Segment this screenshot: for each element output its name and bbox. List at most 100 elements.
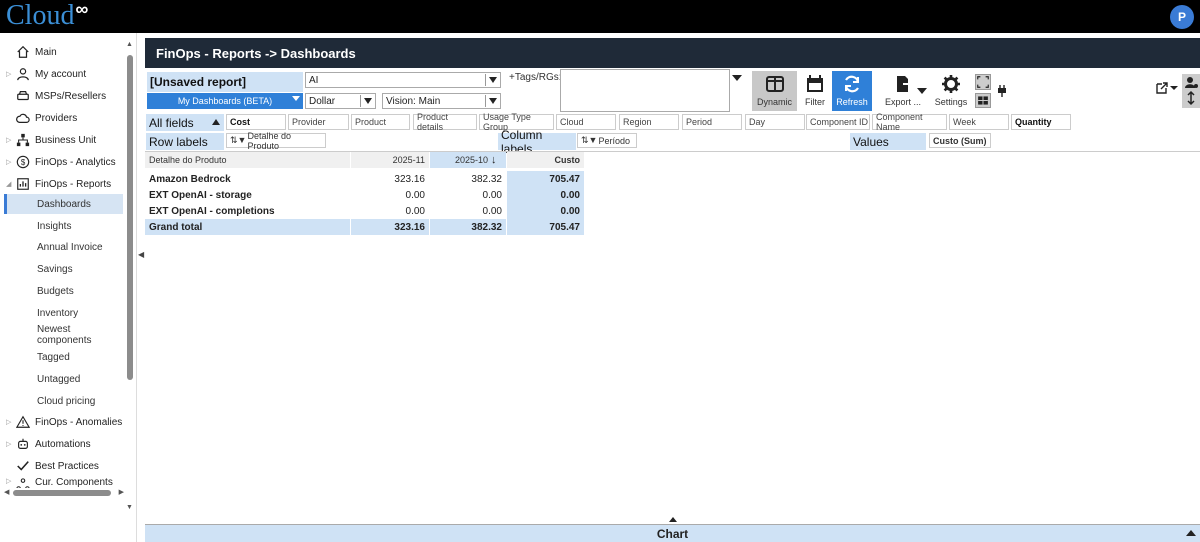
sidebar-item-cur-components[interactable]: ▷ Cur. Components (6, 477, 124, 488)
sidebar-item-my-account[interactable]: ▷ My account (6, 64, 124, 84)
refresh-button[interactable]: Refresh (832, 71, 872, 111)
value-cell[interactable]: 0.00 (430, 203, 506, 219)
sidebar-item-label: Automations (35, 438, 91, 450)
row-label-cell[interactable]: EXT OpenAI - storage (145, 187, 350, 203)
sort-desc-icon[interactable]: ↓ (491, 154, 497, 166)
ai-select[interactable]: AI (305, 72, 501, 88)
sidebar-item-finops-reports[interactable]: ◢ FinOps - Reports (6, 174, 124, 194)
sidebar-vertical-scrollbar[interactable]: ▲ ▼ (126, 41, 134, 511)
chart-panel-toggle[interactable]: Chart (145, 517, 1200, 542)
field-quantity[interactable]: Quantity (1011, 114, 1071, 130)
tags-dropdown-icon[interactable] (732, 75, 742, 81)
sidebar-subitem-inventory[interactable]: Inventory (4, 303, 123, 323)
field-cost[interactable]: Cost (226, 114, 286, 130)
sidebar-subitem-newest-components[interactable]: Newest components (4, 324, 123, 346)
dollar-icon: $ (14, 154, 32, 170)
scrollbar-thumb[interactable] (127, 55, 133, 380)
sidebar-subitem-insights[interactable]: Insights (4, 216, 123, 236)
report-name[interactable]: [Unsaved report] (147, 72, 303, 92)
field-component-name[interactable]: Component Name (872, 112, 947, 132)
sidebar-item-finops-analytics[interactable]: ▷ $ FinOps - Analytics (6, 152, 124, 172)
column-header-cell[interactable]: 2025-11 (351, 152, 429, 168)
row-total-cell[interactable]: 0.00 (507, 203, 584, 219)
value-cell[interactable]: 323.16 (351, 171, 429, 187)
expand-icon[interactable] (975, 74, 991, 90)
grand-total-cell[interactable]: 705.47 (507, 219, 584, 235)
sidebar-item-business-unit[interactable]: ▷ Business Unit (6, 130, 124, 150)
warning-icon (14, 414, 32, 430)
row-total-cell[interactable]: 705.47 (507, 171, 584, 187)
table-row: EXT OpenAI - storage 0.00 0.00 0.00 (145, 187, 585, 203)
scroll-right-icon[interactable]: ▶ (119, 488, 124, 496)
user-avatar[interactable]: P (1170, 5, 1194, 29)
user-icon (14, 66, 32, 82)
open-external-icon[interactable] (1155, 81, 1179, 98)
plug-icon[interactable] (997, 85, 1007, 97)
dynamic-button[interactable]: Dynamic (752, 71, 797, 111)
dashboards-select[interactable]: My Dashboards (BETA) (147, 93, 303, 109)
sidebar-item-msps[interactable]: MSPs/Resellers (6, 86, 124, 106)
field-component-id[interactable]: Component ID (806, 114, 870, 130)
column-field-pill[interactable]: ⇅▼ Período (577, 133, 637, 148)
value-cell[interactable]: 0.00 (430, 187, 506, 203)
value-cell[interactable]: 0.00 (351, 203, 429, 219)
field-region[interactable]: Region (619, 114, 679, 130)
sidebar-subitem-cloud-pricing[interactable]: Cloud pricing (4, 391, 123, 411)
value-cell[interactable]: 382.32 (430, 171, 506, 187)
sidebar-subitem-annual-invoice[interactable]: Annual Invoice (4, 237, 123, 257)
scroll-up-icon[interactable]: ▲ (126, 41, 133, 48)
export-dropdown-icon[interactable] (917, 88, 927, 94)
sidebar-item-best-practices[interactable]: Best Practices (6, 456, 124, 476)
scroll-left-icon[interactable]: ◀ (4, 488, 9, 496)
sidebar-subitem-savings[interactable]: Savings (4, 259, 123, 279)
sidebar-subitem-dashboards[interactable]: Dashboards (4, 194, 123, 214)
all-fields-toggle[interactable]: All fields (146, 114, 224, 131)
sidebar-item-providers[interactable]: Providers (6, 108, 124, 128)
sidebar-item-main[interactable]: Main (6, 42, 124, 62)
table-row: EXT OpenAI - completions 0.00 0.00 0.00 (145, 203, 585, 219)
sort-filter-icon[interactable]: ⇅▼ (230, 135, 246, 146)
scrollbar-thumb[interactable] (13, 490, 111, 496)
values-field-pill[interactable]: Custo (Sum) (929, 133, 991, 148)
filter-button[interactable]: Filter (800, 71, 830, 111)
grid-icon[interactable] (975, 93, 991, 108)
row-total-cell[interactable]: 0.00 (507, 187, 584, 203)
top-bar: Cloud ∞ P (0, 0, 1200, 33)
logo[interactable]: Cloud ∞ (6, 0, 88, 31)
row-header-cell[interactable]: Detalhe do Produto (145, 152, 350, 168)
field-week[interactable]: Week (949, 114, 1009, 130)
sidebar-subitem-tagged[interactable]: Tagged (4, 347, 123, 367)
logo-text: Cloud (6, 0, 75, 31)
chevron-up-icon[interactable] (669, 517, 677, 522)
settings-button[interactable]: Settings (935, 71, 967, 111)
grand-total-cell[interactable]: 323.16 (351, 219, 429, 235)
scroll-down-icon[interactable]: ▼ (126, 504, 133, 511)
row-label-cell[interactable]: Amazon Bedrock (145, 171, 350, 187)
sidebar-collapse-icon[interactable]: ◀ (138, 250, 144, 259)
settings-label: Settings (934, 97, 968, 107)
sidebar-item-automations[interactable]: ▷ Automations (6, 434, 124, 454)
chevron-up-icon[interactable] (1186, 530, 1196, 536)
field-product-details[interactable]: Product details (413, 112, 477, 132)
all-fields-label: All fields (149, 115, 194, 130)
currency-select[interactable]: Dollar (305, 93, 376, 109)
grand-total-cell[interactable]: 382.32 (430, 219, 506, 235)
sidebar-horizontal-scrollbar[interactable]: ◀ ▶ (4, 488, 124, 498)
sidebar-subitem-untagged[interactable]: Untagged (4, 369, 123, 389)
field-provider[interactable]: Provider (288, 114, 349, 130)
sidebar-subitem-budgets[interactable]: Budgets (4, 281, 123, 301)
tags-input[interactable] (560, 69, 730, 112)
total-header-cell[interactable]: Custo (507, 152, 584, 168)
sort-filter-icon[interactable]: ⇅▼ (581, 135, 597, 146)
sidebar-item-finops-anomalies[interactable]: ▷ FinOps - Anomalies (6, 412, 124, 432)
value-cell[interactable]: 0.00 (351, 187, 429, 203)
vision-select[interactable]: Vision: Main (382, 93, 501, 109)
dynamic-label: Dynamic (756, 97, 792, 107)
row-field-pill[interactable]: ⇅▼ Detalhe do Produto (226, 131, 326, 151)
user-settings-icon[interactable] (1182, 74, 1200, 108)
field-day[interactable]: Day (745, 114, 805, 130)
field-period[interactable]: Period (682, 114, 742, 130)
field-product[interactable]: Product (351, 114, 410, 130)
grand-total-label[interactable]: Grand total (145, 219, 350, 235)
row-label-cell[interactable]: EXT OpenAI - completions (145, 203, 350, 219)
